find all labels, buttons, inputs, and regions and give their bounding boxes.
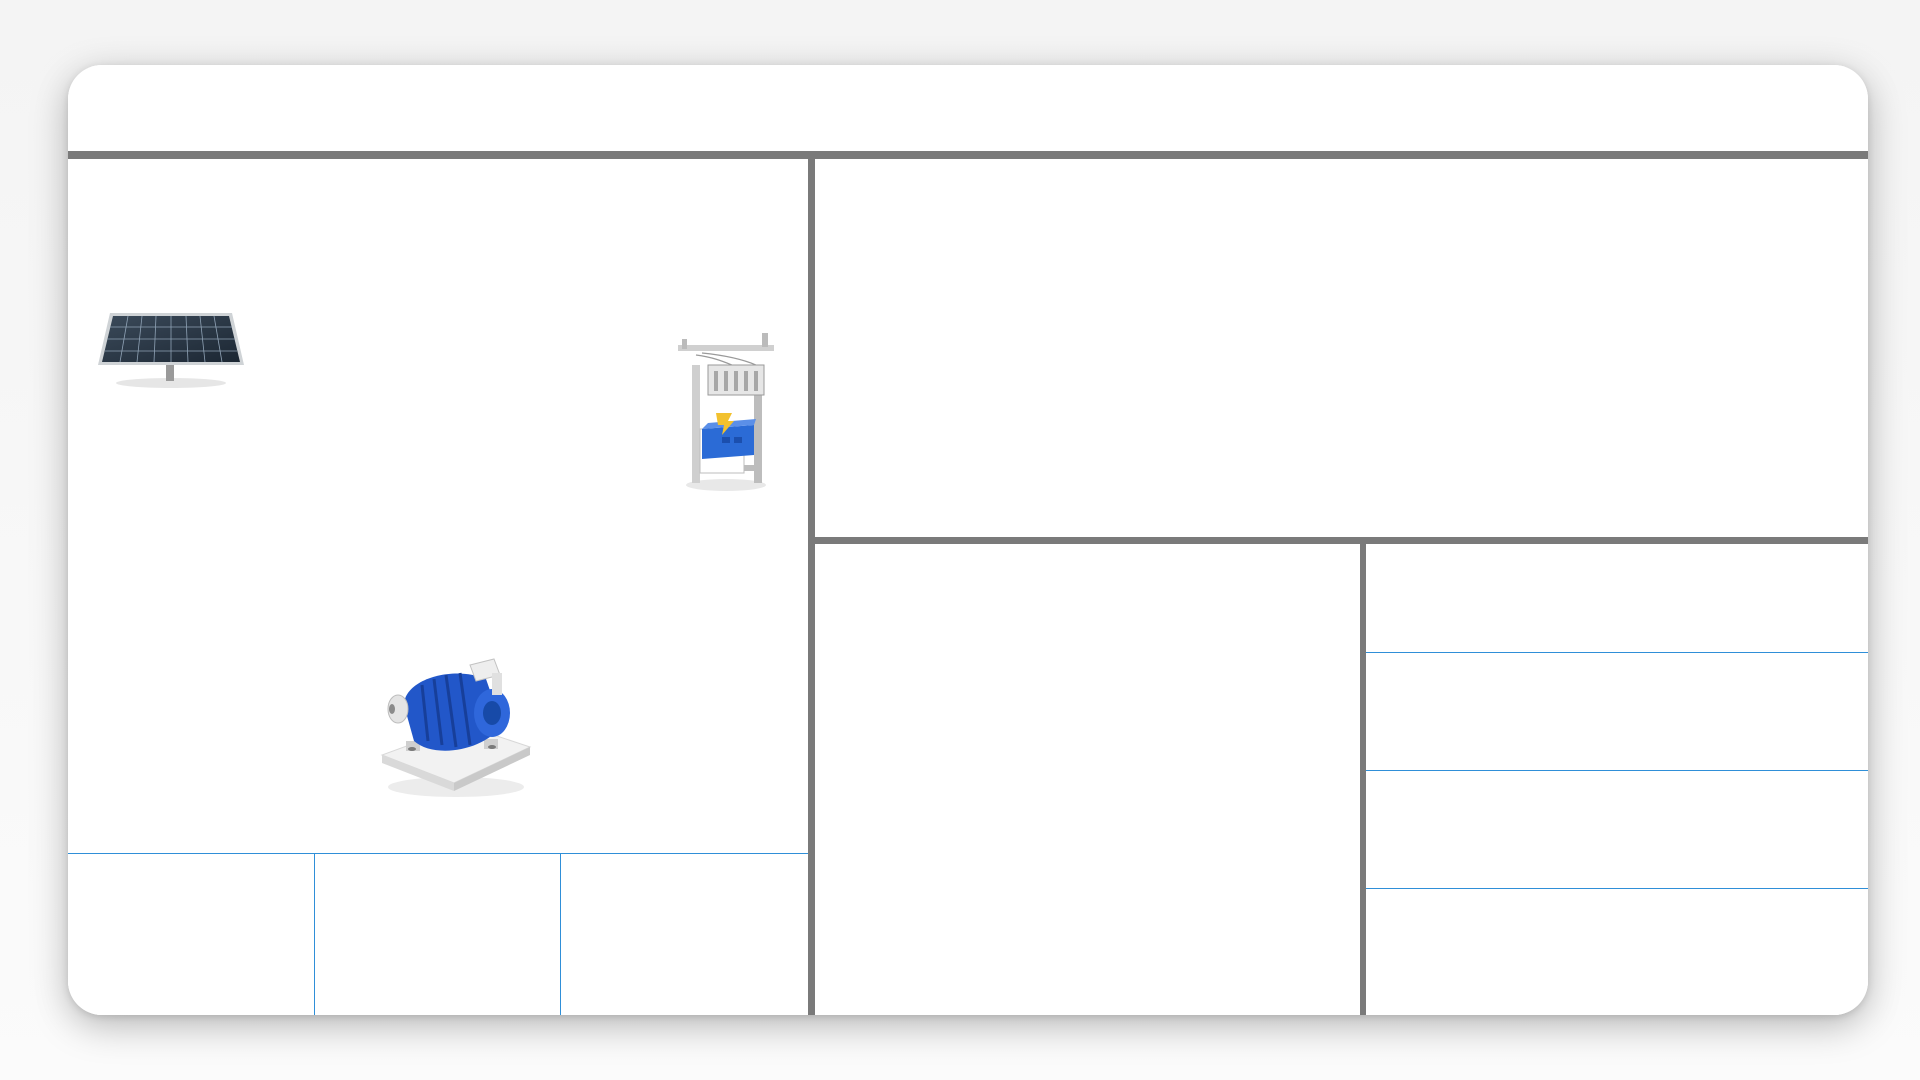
- list-item: [1366, 544, 1868, 652]
- header-divider: [68, 151, 1868, 159]
- water-pump-icon: [380, 658, 532, 797]
- main-column-divider: [808, 159, 815, 1015]
- list-panel: [1366, 544, 1868, 1015]
- detail-panel: [815, 544, 1360, 1015]
- list-item: [1366, 771, 1868, 888]
- dashboard-stage: [0, 0, 1920, 1080]
- transformer-pole-icon: [678, 333, 774, 491]
- chart-panel: [815, 159, 1868, 537]
- dashboard-card: [68, 65, 1868, 1015]
- stat-cell: [561, 854, 808, 1015]
- system-diagram-panel: [68, 159, 808, 1015]
- solar-panel-icon: [98, 313, 244, 388]
- stat-cell: [68, 854, 314, 1015]
- list-item: [1366, 889, 1868, 1015]
- stat-cell: [315, 854, 560, 1015]
- right-section-divider: [815, 537, 1868, 544]
- list-item: [1366, 653, 1868, 770]
- dashboard-header: [68, 65, 1868, 151]
